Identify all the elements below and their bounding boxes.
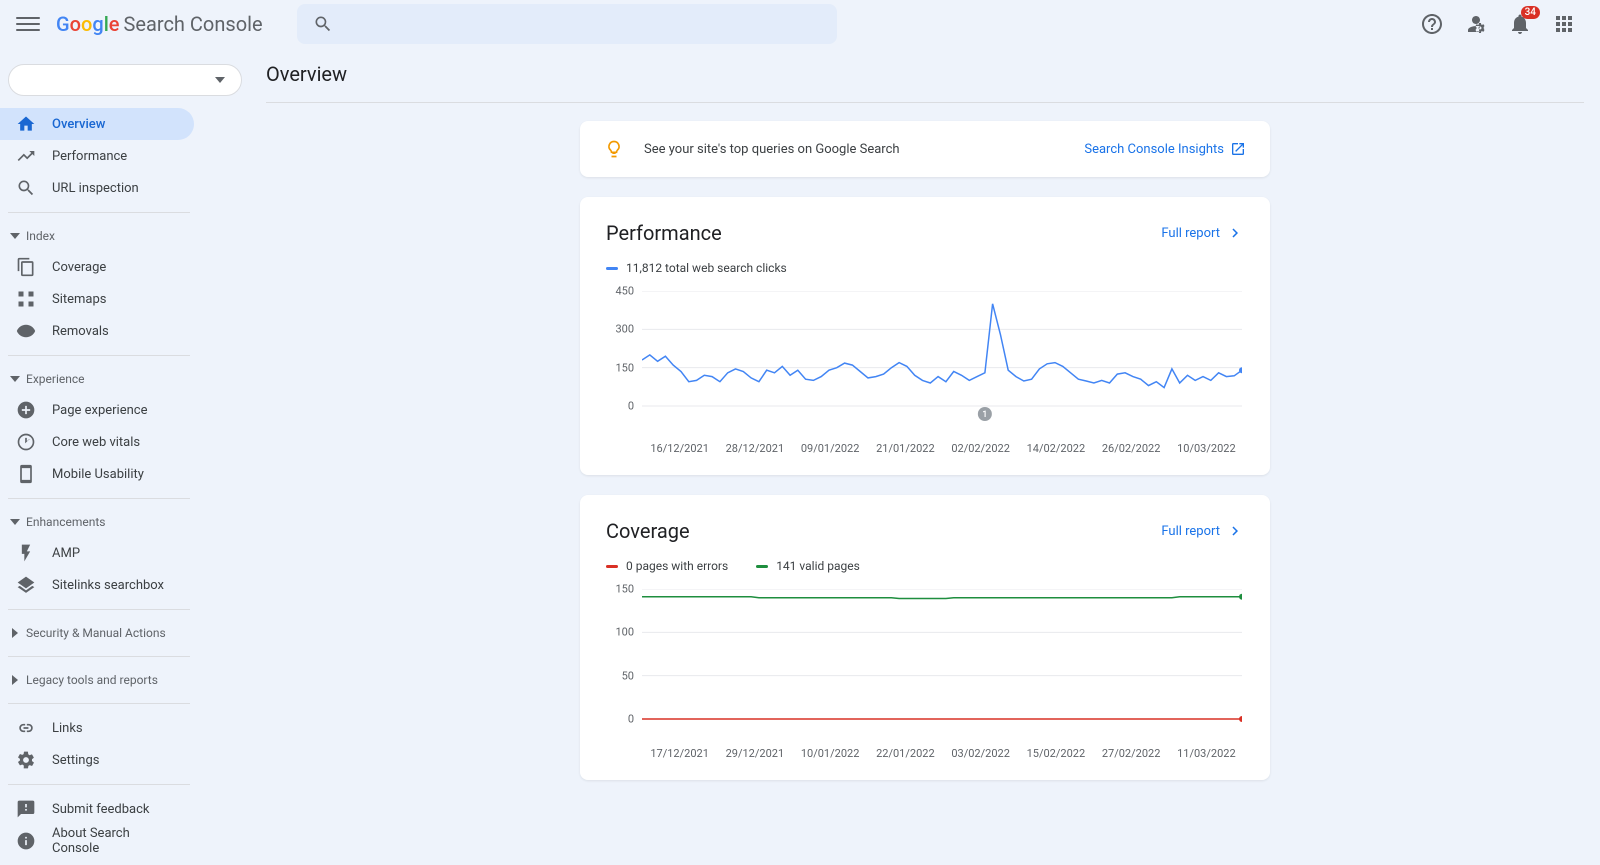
chevron-down-icon: [10, 374, 20, 384]
coverage-legend-valid: 141 valid pages: [776, 559, 860, 573]
coverage-legend-errors: 0 pages with errors: [626, 559, 728, 573]
nav-submit-feedback[interactable]: Submit feedback: [0, 793, 194, 825]
chevron-down-icon: [215, 77, 225, 83]
sidebar: OverviewPerformanceURL inspection Index …: [0, 48, 250, 865]
main-content: Overview See your site's top queries on …: [250, 48, 1600, 865]
removal-icon: [16, 321, 36, 341]
section-enhancements[interactable]: Enhancements: [0, 507, 250, 537]
insights-link[interactable]: Search Console Insights: [1084, 141, 1246, 157]
phone-icon: [16, 464, 36, 484]
nav-sitemaps[interactable]: Sitemaps: [0, 283, 194, 315]
nav-page-experience[interactable]: Page experience: [0, 394, 194, 426]
performance-chart: 0150300450116/12/202128/12/202109/01/202…: [606, 291, 1244, 455]
nav-performance[interactable]: Performance: [0, 140, 194, 172]
lightbulb-icon: [604, 139, 624, 159]
nav-coverage[interactable]: Coverage: [0, 251, 194, 283]
header: Google Search Console 34: [0, 0, 1600, 48]
gear-icon: [16, 750, 36, 770]
nav-settings[interactable]: Settings: [0, 744, 194, 776]
nav-mobile-usability[interactable]: Mobile Usability: [0, 458, 194, 490]
insights-card: See your site's top queries on Google Se…: [580, 121, 1270, 177]
coverage-title: Coverage: [606, 519, 690, 543]
chevron-down-icon: [10, 231, 20, 241]
chevron-right-icon: [1226, 522, 1244, 540]
chevron-right-icon: [10, 675, 20, 685]
open-in-new-icon: [1230, 141, 1246, 157]
plus-circle-icon: [16, 400, 36, 420]
chevron-right-icon: [10, 628, 20, 638]
insights-text: See your site's top queries on Google Se…: [644, 142, 1084, 157]
performance-full-report[interactable]: Full report: [1161, 224, 1244, 242]
apps-icon[interactable]: [1552, 12, 1576, 36]
section-experience[interactable]: Experience: [0, 364, 250, 394]
nav-links[interactable]: Links: [0, 712, 194, 744]
performance-title: Performance: [606, 221, 722, 245]
help-icon[interactable]: [1420, 12, 1444, 36]
nav-sitelinks-searchbox[interactable]: Sitelinks searchbox: [0, 569, 194, 601]
performance-card: Performance Full report 11,812 total web…: [580, 197, 1270, 475]
page-title: Overview: [266, 48, 1584, 103]
svg-text:1: 1: [982, 410, 987, 420]
search-icon: [313, 14, 333, 34]
chevron-down-icon: [10, 517, 20, 527]
nav-removals[interactable]: Removals: [0, 315, 194, 347]
search-icon: [16, 178, 36, 198]
speed-icon: [16, 432, 36, 452]
nav-amp[interactable]: AMP: [0, 537, 194, 569]
nav-url-inspection[interactable]: URL inspection: [0, 172, 194, 204]
sitemap-icon: [16, 289, 36, 309]
coverage-full-report[interactable]: Full report: [1161, 522, 1244, 540]
user-settings-icon[interactable]: [1464, 12, 1488, 36]
trending-icon: [16, 146, 36, 166]
app-name: Search Console: [124, 12, 263, 36]
home-icon: [16, 114, 36, 134]
copy-icon: [16, 257, 36, 277]
nav-core-web-vitals[interactable]: Core web vitals: [0, 426, 194, 458]
property-selector[interactable]: [8, 64, 242, 96]
bolt-icon: [16, 543, 36, 563]
link-icon: [16, 718, 36, 738]
section-legacy[interactable]: Legacy tools and reports: [0, 665, 250, 695]
search-input[interactable]: [297, 4, 837, 44]
chevron-right-icon: [1226, 224, 1244, 242]
info-icon: [16, 831, 36, 851]
nav-about-search-console[interactable]: About Search Console: [0, 825, 194, 857]
menu-icon[interactable]: [16, 12, 40, 36]
feedback-icon: [16, 799, 36, 819]
coverage-card: Coverage Full report 0 pages with errors…: [580, 495, 1270, 780]
section-index[interactable]: Index: [0, 221, 250, 251]
logo[interactable]: Google Search Console: [56, 12, 263, 36]
coverage-chart: 05010015017/12/202129/12/202110/01/20222…: [606, 589, 1244, 760]
performance-legend: 11,812 total web search clicks: [626, 261, 787, 275]
notifications-icon[interactable]: 34: [1508, 12, 1532, 36]
section-security[interactable]: Security & Manual Actions: [0, 618, 250, 648]
notification-badge: 34: [1521, 6, 1540, 19]
nav-overview[interactable]: Overview: [0, 108, 194, 140]
layers-icon: [16, 575, 36, 595]
